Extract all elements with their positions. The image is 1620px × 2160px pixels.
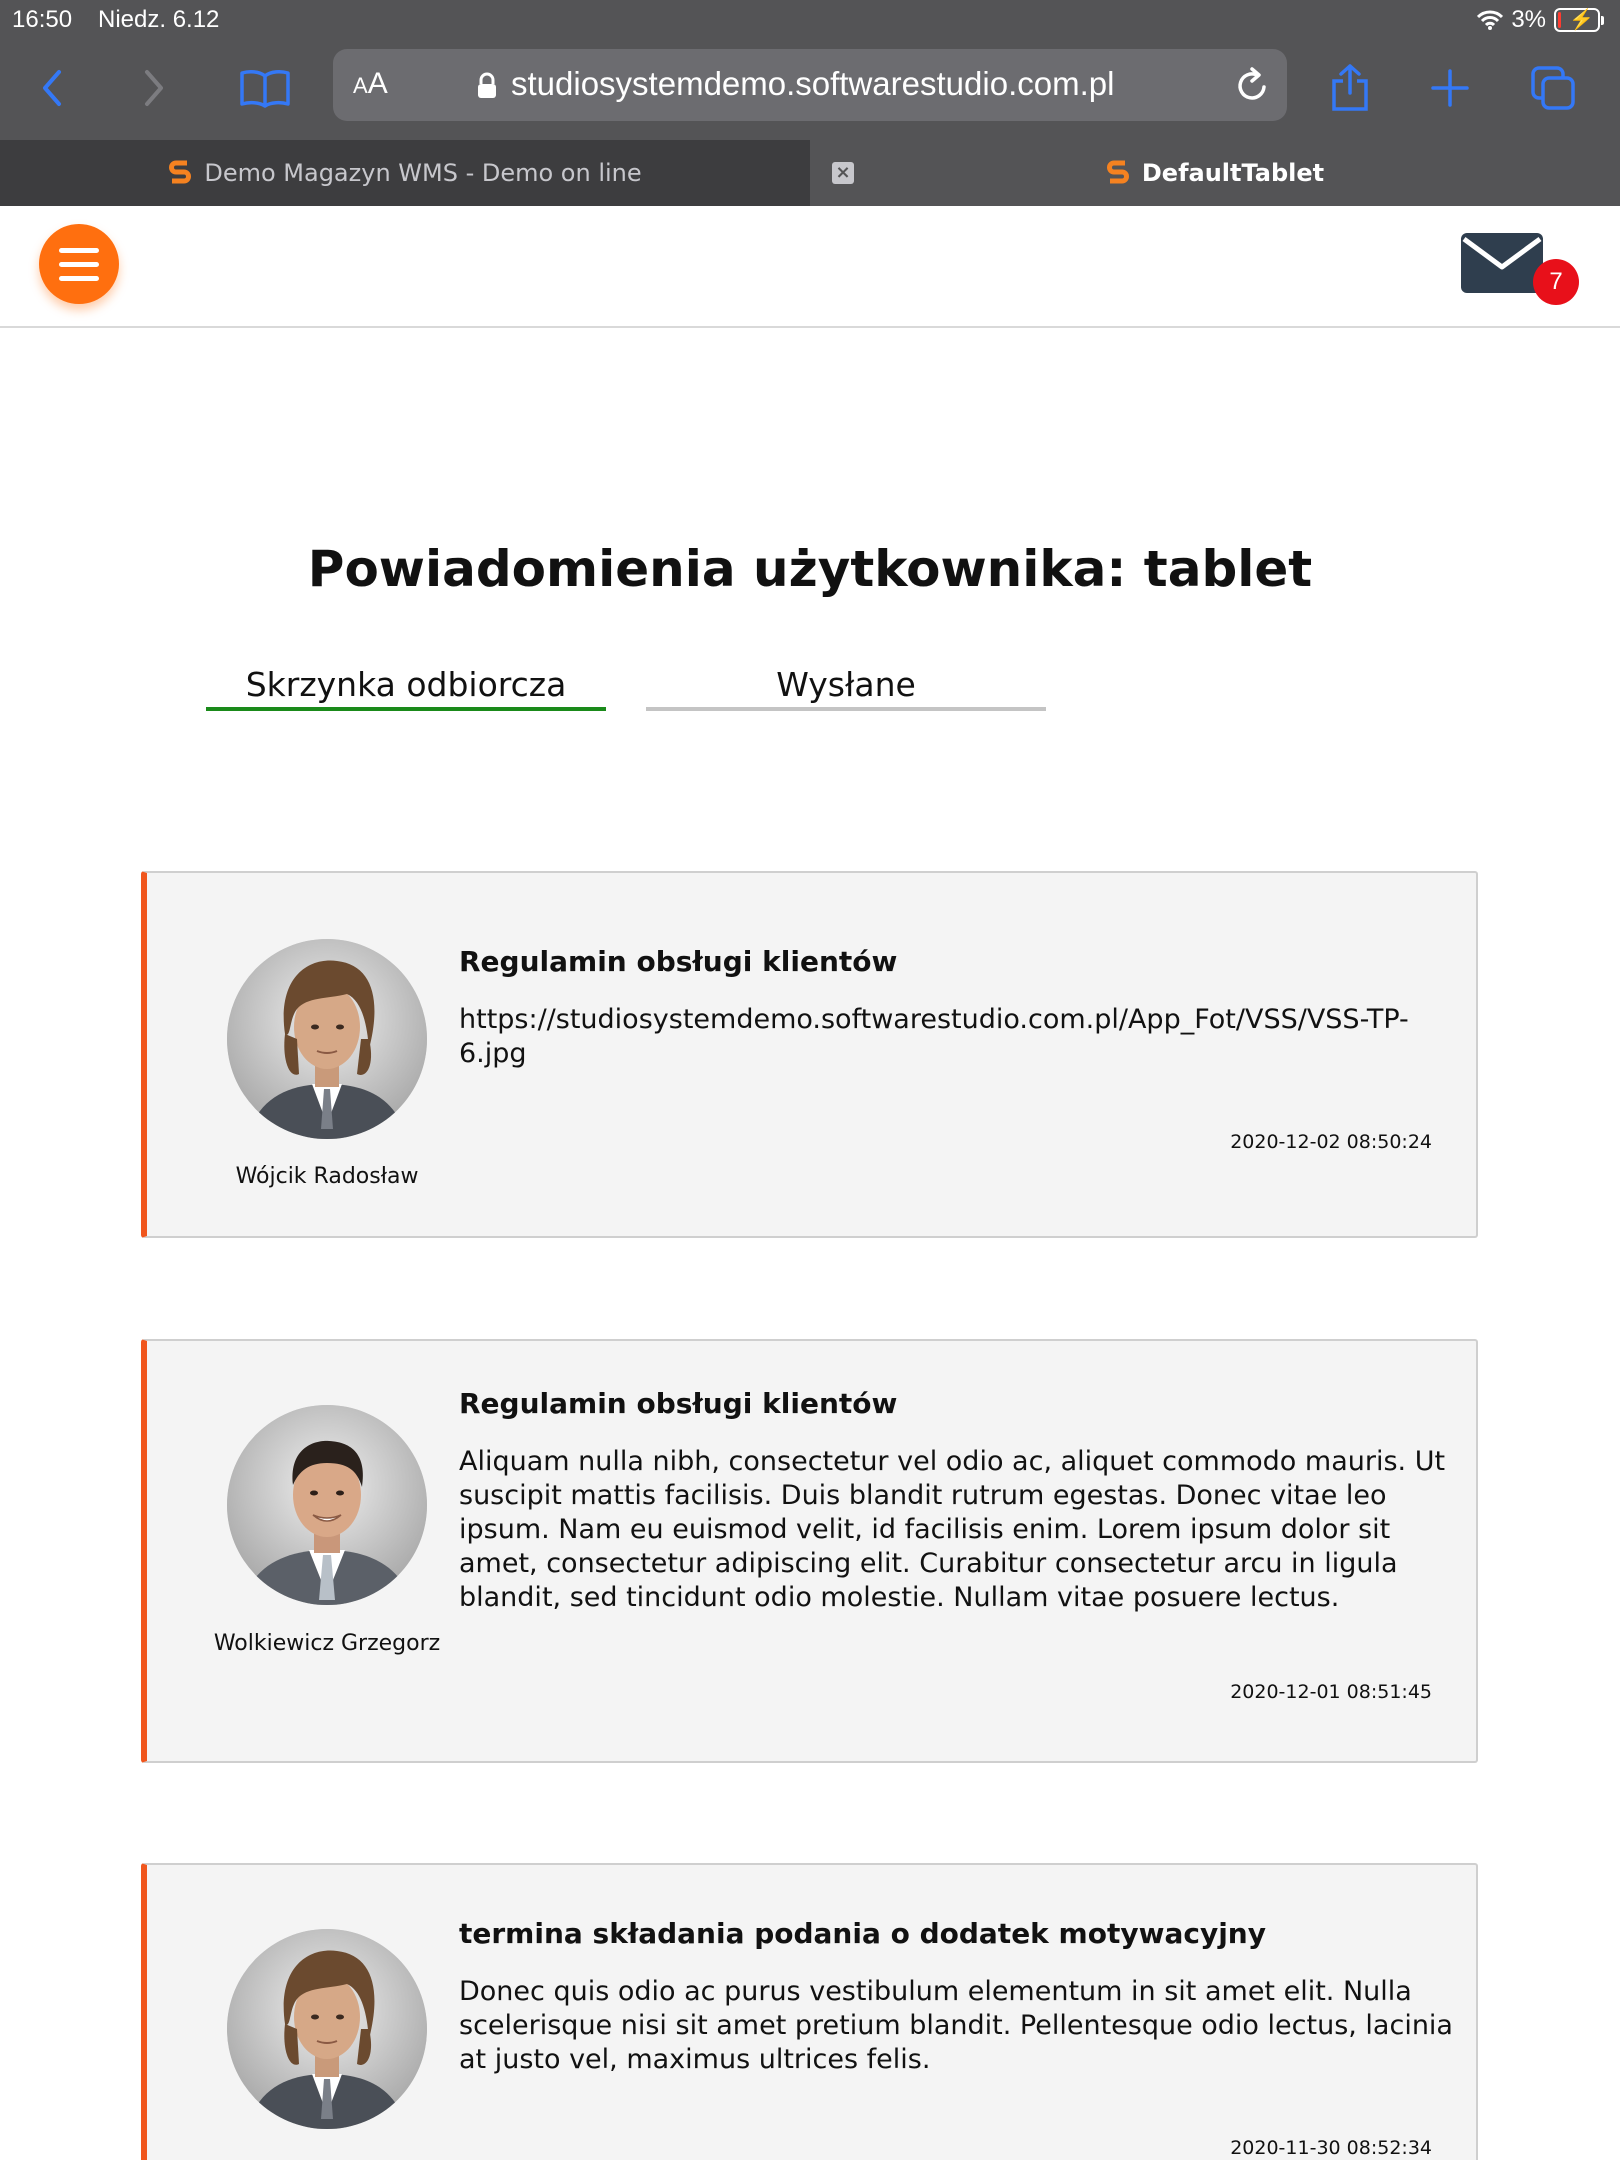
- status-bar: 16:50 Niedz. 6.12 3% ⚡: [0, 0, 1620, 40]
- browser-tab-defaulttablet[interactable]: DefaultTablet: [810, 140, 1620, 206]
- sender-name: Wolkiewicz Grzegorz: [213, 1631, 441, 1656]
- sender-avatar: [227, 939, 427, 1139]
- tab-inbox[interactable]: Skrzynka odbiorcza: [206, 665, 606, 711]
- message-body: Aliquam nulla nibh, consectetur vel odio…: [459, 1446, 1446, 1613]
- man-long-hair-portrait-icon: [227, 939, 427, 1139]
- menu-line: [59, 247, 99, 253]
- reader-aa-button[interactable]: AA: [353, 67, 388, 101]
- message-card[interactable]: Wolkiewicz Grzegorz Regulamin obsługi kl…: [141, 1339, 1478, 1763]
- close-tab-icon[interactable]: ×: [832, 162, 854, 184]
- unread-badge: 7: [1533, 259, 1579, 305]
- url-text: studiosystemdemo.softwarestudio.com.pl: [511, 65, 1115, 102]
- reload-icon[interactable]: [1233, 65, 1271, 105]
- message-subject: Regulamin obsługi klientów: [459, 1387, 898, 1420]
- app-header: 7: [0, 206, 1620, 328]
- bookmarks-button[interactable]: [235, 58, 295, 118]
- tabs-icon: [1531, 66, 1575, 110]
- sender-avatar: [227, 1929, 427, 2129]
- chevron-left-icon: [43, 70, 61, 106]
- message-body: https://studiosystemdemo.softwarestudio.…: [459, 1004, 1409, 1069]
- man-long-hair-portrait-icon: [227, 1929, 427, 2129]
- browser-tab-wms[interactable]: Demo Magazyn WMS - Demo on line: [0, 140, 810, 206]
- message-timestamp: 2020-12-01 08:51:45: [1230, 1681, 1432, 1703]
- chevron-right-icon: [145, 70, 163, 106]
- message-card[interactable]: Wójcik Radosław Regulamin obsługi klient…: [141, 871, 1478, 1238]
- message-timestamp: 2020-12-02 08:50:24: [1230, 1131, 1432, 1153]
- back-button[interactable]: [22, 58, 82, 118]
- charging-icon: ⚡: [1569, 9, 1594, 31]
- book-icon: [240, 70, 290, 108]
- sender-name: Wójcik Radosław: [235, 1164, 419, 1189]
- tab-sent[interactable]: Wysłane: [646, 665, 1046, 711]
- browser-tab-title: Demo Magazyn WMS - Demo on line: [204, 159, 642, 187]
- menu-line: [59, 275, 99, 281]
- battery-fill: [1558, 12, 1561, 28]
- browser-toolbar: AA studiosystemdemo.softwarestudio.com.p…: [0, 40, 1620, 140]
- status-time: 16:50: [12, 6, 73, 33]
- man-short-hair-portrait-icon: [227, 1405, 427, 1605]
- hamburger-menu-button[interactable]: [39, 224, 119, 304]
- battery-icon: ⚡: [1554, 8, 1604, 32]
- page-title: Powiadomienia użytkownika: tablet: [307, 540, 1313, 598]
- new-tab-button[interactable]: [1420, 58, 1480, 118]
- status-date: Niedz. 6.12: [98, 6, 220, 33]
- tabs-overview-button[interactable]: [1523, 58, 1583, 118]
- message-subject: Regulamin obsługi klientów: [459, 945, 898, 978]
- message-card[interactable]: termina składania podania o dodatek moty…: [141, 1863, 1478, 2160]
- menu-line: [59, 261, 99, 267]
- softwarestudio-favicon-icon: [1106, 160, 1129, 184]
- softwarestudio-favicon-icon: [169, 160, 192, 184]
- browser-tab-bar: Demo Magazyn WMS - Demo on line DefaultT…: [0, 140, 1620, 206]
- lock-icon: [478, 72, 496, 98]
- message-subject: termina składania podania o dodatek moty…: [459, 1917, 1266, 1950]
- plus-icon: [1431, 69, 1469, 107]
- address-bar[interactable]: AA studiosystemdemo.softwarestudio.com.p…: [333, 49, 1287, 121]
- share-icon: [1332, 64, 1368, 111]
- share-button[interactable]: [1320, 58, 1380, 118]
- status-right: 3% ⚡: [1477, 6, 1604, 34]
- battery-percent: 3%: [1511, 6, 1546, 33]
- forward-button[interactable]: [124, 58, 184, 118]
- wifi-icon: [1477, 10, 1504, 30]
- message-timestamp: 2020-11-30 08:52:34: [1230, 2137, 1432, 2159]
- browser-chrome: 16:50 Niedz. 6.12 3% ⚡ AA studiosystemde…: [0, 0, 1620, 206]
- message-body: Donec quis odio ac purus vestibulum elem…: [459, 1976, 1453, 2075]
- sender-avatar: [227, 1405, 427, 1605]
- browser-tab-title: DefaultTablet: [1141, 159, 1325, 187]
- envelope-icon[interactable]: [1461, 233, 1543, 293]
